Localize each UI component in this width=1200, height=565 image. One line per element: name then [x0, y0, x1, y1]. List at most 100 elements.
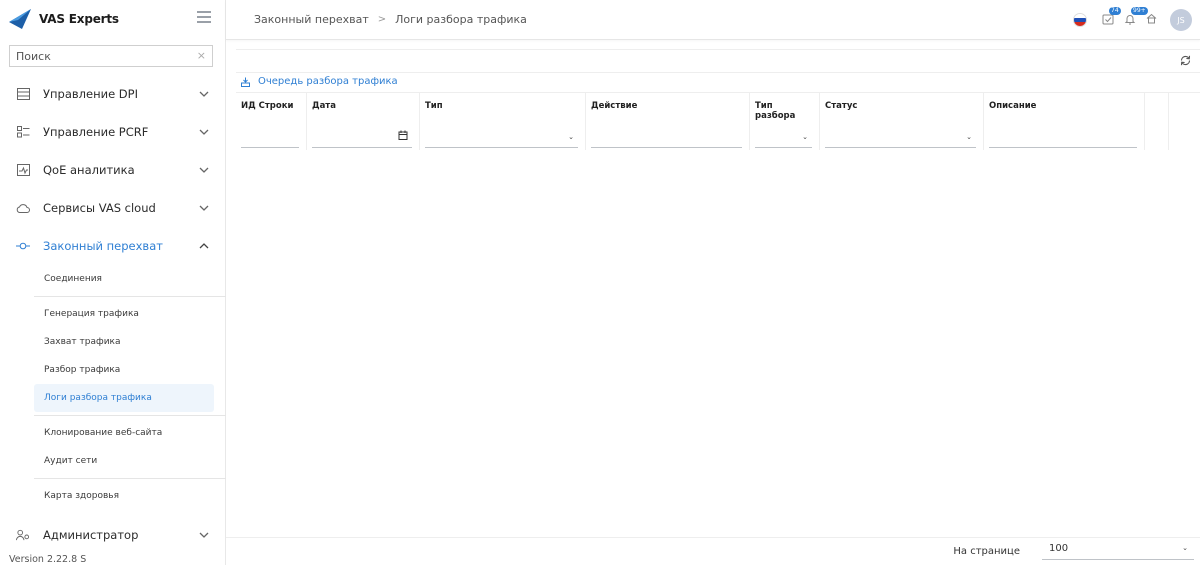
row-id-filter[interactable] [241, 126, 299, 148]
column-extra [1145, 93, 1169, 150]
chevron-down-icon: ⌄ [1182, 544, 1188, 552]
per-page-value: 100 [1049, 543, 1069, 554]
logs-table: ИД Строки Дата Тип ⌄ Действие Тип разбор… [236, 92, 1200, 150]
sidebar-item-admin[interactable]: Администратор [0, 516, 225, 554]
per-page-label: На странице [953, 546, 1020, 557]
chevron-down-icon [199, 91, 209, 97]
sidebar-item-label: Законный перехват [43, 239, 163, 253]
action-filter[interactable] [591, 126, 742, 148]
submenu-item-traffic-capture[interactable]: Захват трафика [34, 328, 214, 356]
submenu: Генерация трафика Захват трафика Разбор … [0, 300, 225, 412]
submenu-item-parsing-logs[interactable]: Логи разбора трафика [34, 384, 214, 412]
topbar: Законный перехват > Логи разбора трафика… [226, 0, 1200, 40]
sidebar-item-label: Управление DPI [43, 87, 138, 101]
notifications-icon[interactable]: 99+ [1124, 7, 1148, 27]
refresh-icon[interactable] [1179, 54, 1192, 67]
table-icon [16, 87, 30, 101]
queue-icon [241, 77, 250, 87]
submenu: Карта здоровья [0, 482, 225, 510]
sidebar-search: × [9, 45, 213, 67]
tasks-badge: 74 [1109, 7, 1121, 15]
breadcrumb-separator: > [377, 14, 387, 25]
toolbar [236, 49, 1200, 73]
chart-icon [16, 163, 30, 177]
divider [34, 296, 226, 297]
divider [34, 415, 226, 416]
sidebar-item-pcrf[interactable]: Управление PCRF [0, 113, 225, 151]
submenu-item-traffic-parsing[interactable]: Разбор трафика [34, 356, 214, 384]
chevron-down-icon [199, 167, 209, 173]
column-parse-type: Тип разбора ⌄ [750, 93, 820, 150]
main-content: Очередь разбора трафика ИД Строки Дата Т… [226, 40, 1200, 565]
chevron-down-icon: ⌄ [568, 133, 574, 141]
submenu-item-network-audit[interactable]: Аудит сети [34, 447, 214, 475]
type-filter[interactable]: ⌄ [425, 126, 578, 148]
status-filter[interactable]: ⌄ [825, 126, 976, 148]
sidebar-item-label: Сервисы VAS cloud [43, 201, 156, 215]
chevron-down-icon [199, 532, 209, 538]
submenu-item-website-cloning[interactable]: Клонирование веб-сайта [34, 419, 214, 447]
column-status: Статус ⌄ [820, 93, 984, 150]
column-header: ИД Строки [241, 101, 294, 111]
submenu-item-health-map[interactable]: Карта здоровья [34, 482, 214, 510]
queue-link-label: Очередь разбора трафика [258, 76, 398, 87]
chevron-up-icon [199, 243, 209, 249]
search-input[interactable] [10, 46, 212, 66]
chevron-down-icon [199, 129, 209, 135]
submenu: Соединения [0, 265, 225, 293]
parse-type-filter[interactable]: ⌄ [755, 126, 812, 148]
tasks-icon[interactable]: 74 [1102, 7, 1121, 27]
list-icon [16, 125, 30, 139]
sidebar-item-qoe[interactable]: QoE аналитика [0, 151, 225, 189]
sidebar-item-vas-cloud[interactable]: Сервисы VAS cloud [0, 189, 225, 227]
column-header: Действие [591, 101, 638, 111]
user-avatar[interactable]: JS [1170, 9, 1192, 31]
clear-search-icon[interactable]: × [197, 49, 206, 62]
sidebar-menu: Управление DPI Управление PCRF QoE анали… [0, 75, 225, 265]
calendar-icon[interactable] [398, 130, 408, 140]
breadcrumb-parent[interactable]: Законный перехват [254, 13, 369, 26]
version-label: Version 2.22.8 S [9, 554, 87, 565]
sidebar-item-dpi[interactable]: Управление DPI [0, 75, 225, 113]
column-header: Тип разбора [755, 101, 796, 121]
menu-toggle-icon[interactable] [197, 11, 211, 23]
chevron-down-icon: ⌄ [966, 133, 972, 141]
breadcrumb-current: Логи разбора трафика [395, 13, 527, 26]
divider [34, 478, 226, 479]
chevron-down-icon: ⌄ [802, 133, 808, 141]
description-filter[interactable] [989, 126, 1137, 148]
submenu-item-connections[interactable]: Соединения [34, 265, 214, 293]
cloud-icon [16, 201, 30, 215]
sidebar-item-label: Администратор [43, 528, 139, 542]
table-footer: На странице 100 ⌄ [226, 537, 1200, 565]
column-row-id: ИД Строки [236, 93, 307, 150]
brand[interactable]: VAS Experts [0, 0, 225, 38]
sidebar-item-lawful-intercept[interactable]: Законный перехват [0, 227, 225, 265]
per-page-select[interactable]: 100 ⌄ [1042, 540, 1194, 560]
breadcrumb: Законный перехват > Логи разбора трафика [254, 13, 527, 26]
brand-name: VAS Experts [39, 12, 119, 26]
chevron-down-icon [199, 205, 209, 211]
parsing-queue-link[interactable]: Очередь разбора трафика [241, 76, 398, 87]
table-header: ИД Строки Дата Тип ⌄ Действие Тип разбор… [236, 93, 1200, 150]
column-description: Описание [984, 93, 1145, 150]
submenu: Клонирование веб-сайта Аудит сети [0, 419, 225, 475]
topbar-icons: 74 99+ JS [1073, 7, 1192, 31]
column-type: Тип ⌄ [420, 93, 586, 150]
sidebar: VAS Experts × Управление DPI Управление … [0, 0, 226, 565]
column-header: Статус [825, 101, 858, 111]
vas-logo-icon [9, 9, 31, 29]
sidebar-menu-bottom: Администратор [0, 516, 225, 554]
column-date: Дата [307, 93, 420, 150]
column-header: Описание [989, 101, 1037, 111]
sidebar-item-label: Управление PCRF [43, 125, 149, 139]
column-action: Действие [586, 93, 750, 150]
home-icon[interactable] [1146, 13, 1160, 27]
admin-icon [16, 528, 30, 542]
intercept-icon [16, 239, 30, 253]
language-flag-icon[interactable] [1073, 13, 1087, 27]
date-filter[interactable] [312, 126, 412, 148]
column-header: Дата [312, 101, 336, 111]
submenu-item-traffic-generation[interactable]: Генерация трафика [34, 300, 214, 328]
sidebar-item-label: QoE аналитика [43, 163, 135, 177]
